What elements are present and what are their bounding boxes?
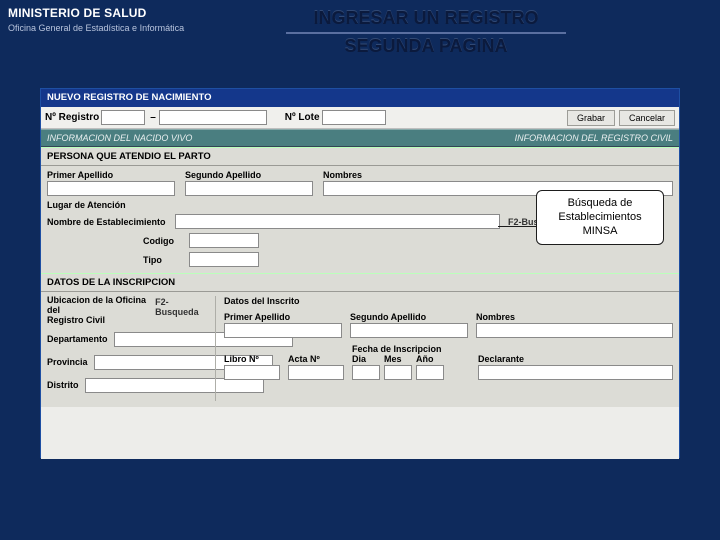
section-info-civil: INFORMACION DEL REGISTRO CIVIL	[515, 133, 673, 143]
codigo-input[interactable]	[189, 233, 259, 248]
segundo-apellido-label: Segundo Apellido	[185, 170, 313, 180]
insc-primer-apellido-label: Primer Apellido	[224, 312, 342, 322]
callout-line-2: Establecimientos	[543, 211, 657, 225]
registro-bar: Nº Registro – Nº Lote Grabar Cancelar	[41, 107, 679, 129]
ministry-title: MINISTERIO DE SALUD	[8, 6, 184, 20]
tipo-label: Tipo	[143, 255, 183, 265]
title-separator	[286, 32, 566, 34]
insc-nombres-label: Nombres	[476, 312, 673, 322]
insc-primer-apellido-input[interactable]	[224, 323, 342, 338]
callout-line-1: Búsqueda de	[543, 197, 657, 211]
form-area: Nº Registro – Nº Lote Grabar Cancelar IN…	[41, 107, 679, 459]
libro-input[interactable]	[224, 365, 280, 380]
registro-input-2[interactable]	[159, 110, 267, 125]
page-root: MINISTERIO DE SALUD Oficina General de E…	[0, 0, 720, 540]
primer-apellido-label: Primer Apellido	[47, 170, 175, 180]
provincia-label: Provincia	[47, 357, 88, 367]
slide-title-line-1: INGRESAR UN REGISTRO	[192, 8, 660, 29]
codigo-label: Codigo	[143, 236, 183, 246]
ministry-subtitle: Oficina General de Estadística e Informá…	[8, 23, 184, 33]
app-window: NUEVO REGISTRO DE NACIMIENTO Nº Registro…	[40, 88, 680, 458]
dia-label: Dia	[352, 354, 380, 364]
slide-title-line-2: SEGUNDA PAGINA	[192, 36, 660, 57]
window-title: NUEVO REGISTRO DE NACIMIENTO	[41, 89, 679, 107]
dia-input[interactable]	[352, 365, 380, 380]
inscripcion-divider	[215, 296, 216, 401]
ubic-oficina-label-1: Ubicacion de la Oficina del	[47, 296, 151, 316]
grabar-button[interactable]: Grabar	[567, 110, 615, 126]
nombre-estab-label: Nombre de Establecimiento	[47, 217, 167, 227]
registro-dash: –	[150, 112, 156, 123]
fecha-inscripcion-label: Fecha de Inscripcion	[352, 344, 470, 354]
ano-input[interactable]	[416, 365, 444, 380]
lote-input[interactable]	[322, 110, 386, 125]
declarante-label: Declarante	[478, 354, 673, 364]
registro-label: Nº Registro	[45, 112, 99, 123]
callout-leader-line	[498, 226, 540, 227]
banner: MINISTERIO DE SALUD Oficina General de E…	[0, 0, 720, 62]
distrito-label: Distrito	[47, 380, 79, 390]
declarante-input[interactable]	[478, 365, 673, 380]
departamento-label: Departamento	[47, 334, 108, 344]
ministry-block: MINISTERIO DE SALUD Oficina General de E…	[0, 0, 192, 39]
lote-label: Nº Lote	[285, 112, 320, 123]
section-info-nacido: INFORMACION DEL NACIDO VIVO	[47, 133, 515, 143]
mes-input[interactable]	[384, 365, 412, 380]
section-persona-parto: PERSONA QUE ATENDIO EL PARTO	[41, 147, 679, 166]
inscripcion-right: Datos del Inscrito Primer Apellido Segun…	[224, 296, 673, 401]
section-datos-inscripcion: DATOS DE LA INSCRIPCION	[41, 273, 679, 292]
f2-busqueda-ubic[interactable]: F2-Busqueda	[155, 297, 207, 317]
insc-segundo-apellido-label: Segundo Apellido	[350, 312, 468, 322]
primer-apellido-input[interactable]	[47, 181, 175, 196]
insc-segundo-apellido-input[interactable]	[350, 323, 468, 338]
mes-label: Mes	[384, 354, 412, 364]
callout-busqueda-estab: Búsqueda de Establecimientos MINSA	[536, 190, 664, 245]
section-info-headers: INFORMACION DEL NACIDO VIVO INFORMACION …	[41, 129, 679, 147]
nombre-estab-input[interactable]	[175, 214, 500, 229]
inscripcion-grid: Ubicacion de la Oficina del Registro Civ…	[41, 292, 679, 407]
cancelar-button[interactable]: Cancelar	[619, 110, 675, 126]
datos-inscrito-label: Datos del Inscrito	[224, 296, 673, 306]
inscripcion-left: Ubicacion de la Oficina del Registro Civ…	[47, 296, 207, 401]
slide-title-block: INGRESAR UN REGISTRO SEGUNDA PAGINA	[192, 0, 720, 57]
acta-label: Acta Nº	[288, 354, 344, 364]
libro-label: Libro Nº	[224, 354, 280, 364]
nombres-label: Nombres	[323, 170, 673, 180]
tipo-input[interactable]	[189, 252, 259, 267]
insc-nombres-input[interactable]	[476, 323, 673, 338]
ano-label: Año	[416, 354, 444, 364]
acta-input[interactable]	[288, 365, 344, 380]
ubic-oficina-label-2: Registro Civil	[47, 316, 151, 326]
registro-input-1[interactable]	[101, 110, 145, 125]
segundo-apellido-input[interactable]	[185, 181, 313, 196]
callout-line-3: MINSA	[543, 225, 657, 239]
